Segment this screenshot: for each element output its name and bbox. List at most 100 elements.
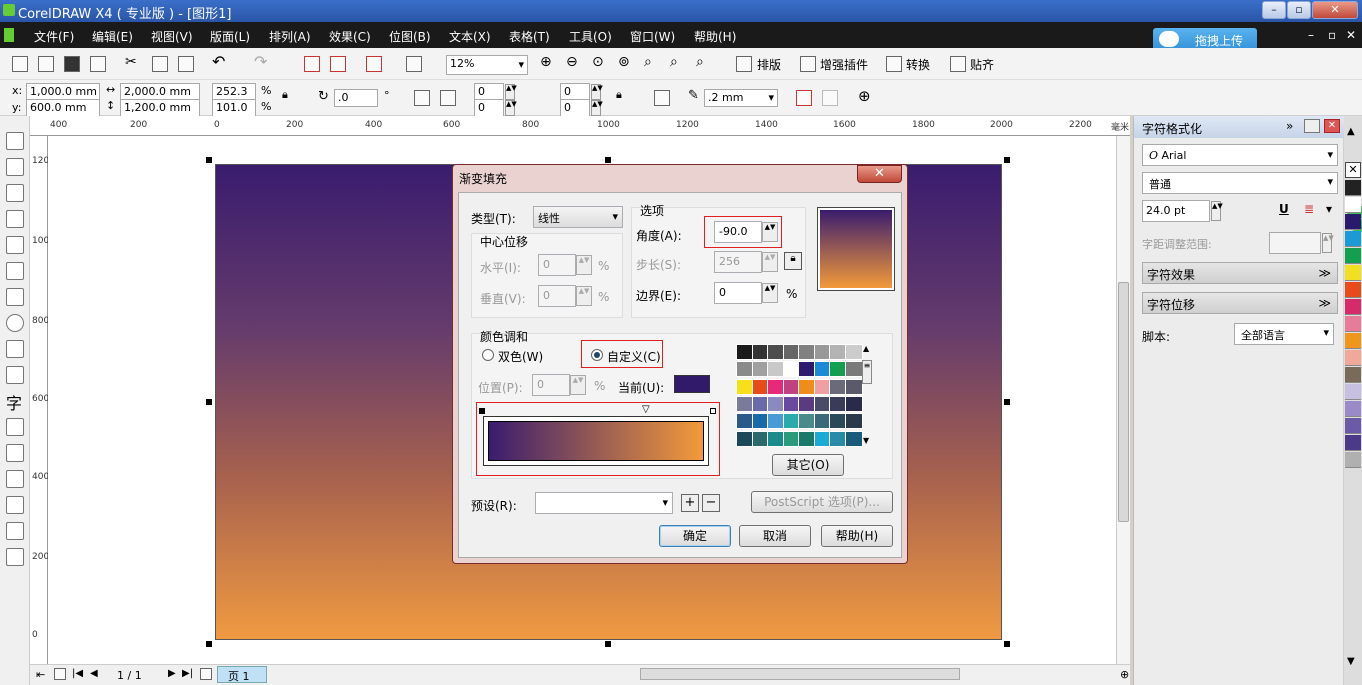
rectangle-tool-icon[interactable]	[6, 288, 24, 306]
color-swatch[interactable]	[844, 378, 863, 395]
palette-swatch[interactable]	[1345, 418, 1361, 434]
cut-icon[interactable]: ✂	[125, 54, 137, 70]
outline-tool-icon[interactable]	[6, 496, 24, 514]
snap-button[interactable]: 贴齐	[970, 56, 994, 73]
menu-file[interactable]: 文件(F)	[34, 28, 74, 45]
type-select[interactable]: 线性 ▾	[533, 206, 623, 228]
palette-swatch[interactable]	[1345, 248, 1361, 264]
cancel-button[interactable]: 取消	[739, 525, 811, 547]
horizontal-field[interactable]: 0	[538, 254, 576, 276]
menu-edit[interactable]: 编辑(E)	[92, 28, 133, 45]
gradient-bar[interactable]	[488, 421, 704, 461]
palette-scroll-down-icon[interactable]: ▼	[1347, 656, 1355, 667]
kerning-field[interactable]	[1269, 232, 1321, 254]
palette-swatch[interactable]	[1345, 299, 1361, 315]
strikethrough-icon[interactable]: ≣	[1304, 202, 1314, 216]
current-color-swatch[interactable]	[674, 375, 710, 393]
corner-3-spin[interactable]: ▲▼	[505, 100, 517, 116]
wrap-text-icon[interactable]	[654, 90, 670, 106]
save-icon[interactable]	[64, 56, 80, 72]
freehand-tool-icon[interactable]	[6, 236, 24, 254]
doc-restore-icon[interactable]: ▫	[1328, 28, 1336, 42]
menu-table[interactable]: 表格(T)	[509, 28, 550, 45]
edge-field[interactable]: 0	[714, 282, 762, 304]
palette-swatch[interactable]	[1345, 367, 1361, 383]
font-size-spin[interactable]: ▲▼	[1211, 201, 1223, 221]
docker-collapse-icon[interactable]: »	[1286, 119, 1293, 133]
app-launcher-icon[interactable]	[366, 56, 382, 72]
ellipse-tool-icon[interactable]	[6, 314, 24, 332]
corner-4-spin[interactable]: ▲▼	[591, 100, 603, 116]
mirror-h-icon[interactable]	[414, 90, 430, 106]
zoom-height-icon[interactable]: ⌕	[696, 54, 704, 70]
zoom-select[interactable]: 12% ▾	[446, 55, 528, 75]
ok-button[interactable]: 确定	[659, 525, 731, 547]
copy-icon[interactable]	[152, 56, 168, 72]
zoom-width-icon[interactable]: ⌕	[670, 54, 678, 70]
palette-swatch[interactable]	[1345, 282, 1361, 298]
first-page-button[interactable]: |◀	[72, 668, 83, 679]
palette-swatch[interactable]	[1345, 384, 1361, 400]
midpoint-marker-icon[interactable]: ▽	[642, 404, 650, 415]
mirror-v-icon[interactable]	[440, 90, 456, 106]
y-field[interactable]: 600.0 mm	[26, 99, 100, 117]
new-icon[interactable]	[12, 56, 28, 72]
start-marker[interactable]	[479, 408, 485, 414]
menu-text[interactable]: 文本(X)	[449, 28, 491, 45]
horizontal-spin[interactable]: ▲▼	[576, 255, 592, 275]
selection-handle[interactable]	[206, 157, 212, 163]
blend-tool-icon[interactable]	[6, 444, 24, 462]
lock-ratio-icon[interactable]: 🔒︎	[282, 88, 288, 102]
palette-swatch[interactable]	[1345, 333, 1361, 349]
kerning-spin[interactable]: ▲▼	[1322, 233, 1334, 253]
corner-1-spin[interactable]: ▲▼	[505, 84, 517, 100]
open-icon[interactable]	[38, 56, 54, 72]
minimize-button[interactable]: –	[1262, 1, 1286, 19]
last-page-button[interactable]: ▶|	[182, 668, 193, 679]
close-button[interactable]: ✕	[1312, 1, 1358, 19]
zoom-all-icon[interactable]: ⊚	[618, 54, 630, 70]
postscript-options-button[interactable]: PostScript 选项(P)...	[751, 491, 893, 513]
other-button[interactable]: 其它(O)	[772, 454, 844, 476]
add-page-end-icon[interactable]	[200, 668, 212, 680]
add-preset-icon[interactable]: +	[681, 494, 699, 512]
selection-handle[interactable]	[605, 641, 611, 647]
convert-curves-icon[interactable]: ⊕	[858, 87, 871, 105]
horizontal-scroll-thumb[interactable]	[640, 668, 960, 680]
paste-icon[interactable]	[178, 56, 194, 72]
undo-icon[interactable]: ↶	[212, 52, 225, 71]
color-swatch[interactable]	[844, 413, 863, 430]
dialog-close-button[interactable]: ✕	[857, 165, 902, 183]
doc-minimize-icon[interactable]: –	[1308, 28, 1314, 42]
add-page-icon[interactable]	[54, 668, 66, 680]
basic-shapes-icon[interactable]	[6, 366, 24, 384]
selection-handle[interactable]	[206, 641, 212, 647]
text-tool-icon[interactable]: 字	[6, 390, 22, 414]
zoom-in-icon[interactable]: ⊕	[540, 54, 552, 70]
print-icon[interactable]	[90, 56, 106, 72]
position-field[interactable]: 0	[532, 374, 570, 396]
interactive-fill-icon[interactable]	[6, 548, 24, 566]
remove-preset-icon[interactable]: −	[702, 494, 720, 512]
vertical-scrollbar[interactable]	[1116, 136, 1130, 664]
script-select[interactable]: 全部语言 ▾	[1234, 323, 1334, 345]
menu-help[interactable]: 帮助(H)	[694, 28, 736, 45]
docker-close-icon[interactable]: ✕	[1324, 119, 1340, 133]
swatch-scrollbar[interactable]: ▲ ≡ ▼	[862, 344, 874, 448]
swatch-scroll-thumb[interactable]: ≡	[862, 360, 872, 384]
zoom-out-icon[interactable]: ⊖	[566, 54, 578, 70]
smart-fill-icon[interactable]	[6, 262, 24, 280]
next-page-button[interactable]: ▶	[168, 668, 176, 679]
menu-layout[interactable]: 版面(L)	[210, 28, 250, 45]
steps-field[interactable]: 256	[714, 251, 762, 273]
table-tool-icon[interactable]	[6, 418, 24, 436]
corner-3-field[interactable]: 0	[474, 99, 504, 117]
menu-effects[interactable]: 效果(C)	[329, 28, 371, 45]
redo-icon[interactable]: ↷	[254, 52, 267, 71]
no-color-swatch[interactable]: ✕	[1345, 162, 1361, 178]
zoom-page-icon[interactable]: ⌕	[644, 54, 652, 70]
export-icon[interactable]	[330, 56, 346, 72]
layout-button[interactable]: 排版	[757, 56, 781, 73]
selection-handle[interactable]	[1004, 157, 1010, 163]
vertical-spin[interactable]: ▲▼	[576, 286, 592, 306]
